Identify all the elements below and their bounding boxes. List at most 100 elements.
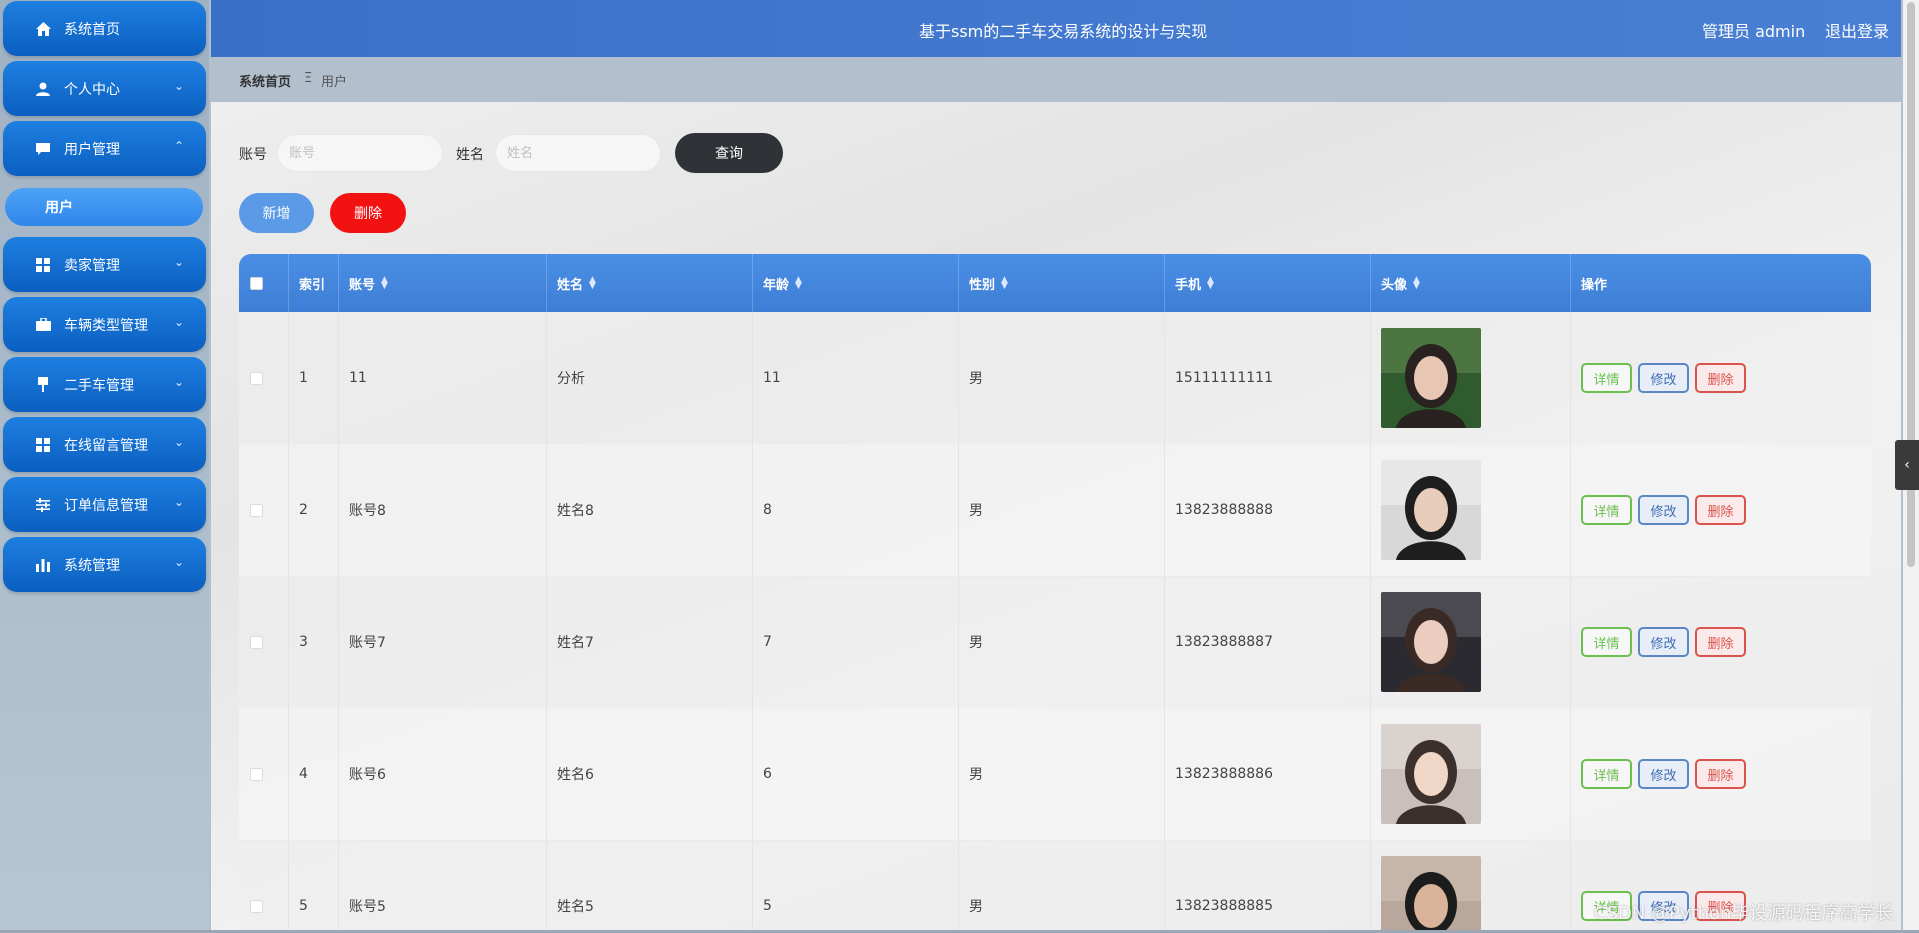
row-select-cell[interactable] (239, 312, 289, 444)
sidebar-item-orders[interactable]: 订单信息管理 ⌄ (3, 477, 206, 532)
edit-button[interactable]: 修改 (1638, 495, 1689, 525)
chevron-down-icon: ⌄ (173, 255, 184, 269)
row-checkbox[interactable] (250, 767, 263, 781)
cell-phone: 13823888885 (1165, 840, 1371, 933)
cell-gender-text: 男 (969, 899, 983, 915)
sort-icon[interactable]: ▲ ▼ (589, 276, 596, 291)
cell-index-text: 3 (299, 634, 308, 650)
sidebar-item-vehicle-types[interactable]: 车辆类型管理 ⌄ (3, 297, 206, 352)
header-age[interactable]: 年龄 ▲ ▼ (753, 254, 959, 312)
avatar[interactable] (1381, 460, 1481, 560)
cell-index: 4 (289, 708, 339, 840)
cell-phone-text: 13823888887 (1175, 634, 1273, 650)
header-account-label: 账号 (349, 277, 376, 293)
delete-button[interactable]: 删除 (1695, 759, 1746, 789)
header-select-all[interactable] (239, 254, 289, 312)
avatar[interactable] (1381, 328, 1481, 428)
user-table: 索引 账号 ▲ ▼ 姓名 ▲ ▼ 年龄 ▲ ▼ 性别 ▲ ▼ 手机 ▲ ▼ 头像 ▲ ▼ 操作 1 11 分… (239, 254, 1871, 933)
detail-button[interactable]: 详情 (1581, 627, 1632, 657)
row-checkbox[interactable] (250, 503, 263, 517)
sidebar-item-users[interactable]: 用户管理 ⌃ (3, 121, 206, 176)
cell-index-text: 5 (299, 898, 308, 914)
row-select-cell[interactable] (239, 576, 289, 708)
name-label: 姓名 (456, 147, 484, 163)
select-all-checkbox[interactable] (250, 276, 263, 290)
row-select-cell[interactable] (239, 708, 289, 840)
sidebar-item-system[interactable]: 系统管理 ⌄ (3, 537, 206, 592)
row-checkbox[interactable] (250, 371, 263, 385)
sidebar-item-messages[interactable]: 在线留言管理 ⌄ (3, 417, 206, 472)
cell-account: 账号6 (339, 708, 547, 840)
collapse-toggle-icon[interactable]: ‹ (1895, 440, 1919, 490)
edit-button[interactable]: 修改 (1638, 627, 1689, 657)
pin-icon (35, 377, 51, 393)
chevron-down-icon: ⌄ (173, 555, 184, 569)
table-row: 1 11 分析 11 男 15111111111 详情 修改 删除 (239, 312, 1871, 445)
ops-cell: 详情 修改 删除 (1571, 312, 1871, 444)
cell-age: 6 (753, 708, 959, 840)
cell-account-text: 11 (349, 370, 367, 386)
sort-icon[interactable]: ▲ ▼ (1413, 276, 1420, 291)
avatar-cell (1371, 444, 1571, 576)
name-search-input[interactable] (495, 134, 661, 172)
cell-gender: 男 (959, 708, 1165, 840)
table-row: 2 账号8 姓名8 8 男 13823888888 详情 修改 删除 (239, 444, 1871, 577)
cell-account-text: 账号5 (349, 899, 386, 915)
sidebar-item-used-cars[interactable]: 二手车管理 ⌄ (3, 357, 206, 412)
avatar-cell (1371, 576, 1571, 708)
ops-cell: 详情 修改 删除 (1571, 576, 1871, 708)
delete-button[interactable]: 删除 (1695, 495, 1746, 525)
cell-account: 账号8 (339, 444, 547, 576)
sidebar-item-sellers[interactable]: 卖家管理 ⌄ (3, 237, 206, 292)
header-phone-label: 手机 (1175, 277, 1202, 293)
table-header: 索引 账号 ▲ ▼ 姓名 ▲ ▼ 年龄 ▲ ▼ 性别 ▲ ▼ 手机 ▲ ▼ 头像 ▲ ▼ 操作 (239, 254, 1871, 312)
cell-account-text: 账号7 (349, 635, 386, 651)
header-gender[interactable]: 性别 ▲ ▼ (959, 254, 1165, 312)
row-select-cell[interactable] (239, 840, 289, 933)
sidebar-item-label: 在线留言管理 (64, 437, 148, 454)
avatar[interactable] (1381, 724, 1481, 824)
cell-gender: 男 (959, 576, 1165, 708)
header-avatar[interactable]: 头像 ▲ ▼ (1371, 254, 1571, 312)
cell-phone-text: 13823888885 (1175, 898, 1273, 914)
batch-delete-button[interactable]: 删除 (330, 193, 406, 233)
header-phone[interactable]: 手机 ▲ ▼ (1165, 254, 1371, 312)
admin-label: 管理员 admin (1702, 22, 1806, 41)
row-checkbox[interactable] (250, 899, 263, 913)
avatar[interactable] (1381, 856, 1481, 933)
sidebar-item-profile[interactable]: 个人中心 ⌄ (3, 61, 206, 116)
edit-button[interactable]: 修改 (1638, 363, 1689, 393)
detail-button[interactable]: 详情 (1581, 495, 1632, 525)
cell-age-text: 6 (763, 766, 772, 782)
account-search-input[interactable] (277, 134, 443, 172)
submenu-item-user[interactable]: 用户 (5, 188, 203, 226)
logout-link[interactable]: 退出登录 (1825, 18, 1889, 42)
top-header: 基于ssm的二手车交易系统的设计与实现 管理员 admin 退出登录 (211, 0, 1901, 57)
edit-button[interactable]: 修改 (1638, 759, 1689, 789)
sort-icon[interactable]: ▲ ▼ (1207, 276, 1214, 291)
row-select-cell[interactable] (239, 444, 289, 576)
delete-button[interactable]: 删除 (1695, 363, 1746, 393)
cell-gender: 男 (959, 444, 1165, 576)
breadcrumb-home[interactable]: 系统首页 (239, 71, 291, 90)
row-checkbox[interactable] (250, 635, 263, 649)
header-name[interactable]: 姓名 ▲ ▼ (547, 254, 753, 312)
sort-icon[interactable]: ▲ ▼ (1001, 276, 1008, 291)
detail-button[interactable]: 详情 (1581, 759, 1632, 789)
grid-icon (35, 437, 51, 453)
person-icon (35, 81, 51, 97)
cell-age-text: 7 (763, 634, 772, 650)
sort-icon[interactable]: ▲ ▼ (795, 276, 802, 291)
sidebar-item-home[interactable]: 系统首页 (3, 1, 206, 56)
avatar[interactable] (1381, 592, 1481, 692)
query-button[interactable]: 查询 (675, 133, 783, 173)
delete-button[interactable]: 删除 (1695, 627, 1746, 657)
sort-icon[interactable]: ▲ ▼ (381, 276, 388, 291)
sidebar-item-label: 卖家管理 (64, 257, 120, 274)
cell-name: 姓名6 (547, 708, 753, 840)
add-button[interactable]: 新增 (239, 193, 314, 233)
header-account[interactable]: 账号 ▲ ▼ (339, 254, 547, 312)
chevron-down-icon: ⌄ (173, 375, 184, 389)
detail-button[interactable]: 详情 (1581, 363, 1632, 393)
cell-name: 姓名8 (547, 444, 753, 576)
